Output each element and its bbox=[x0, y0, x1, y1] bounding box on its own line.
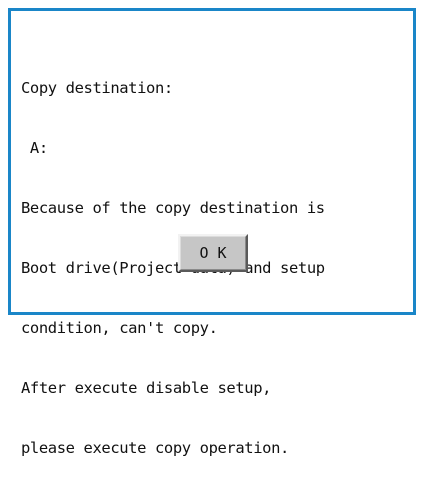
ok-button[interactable]: O K bbox=[178, 234, 248, 272]
message-line: Copy destination: bbox=[21, 79, 173, 97]
message-line: condition, can't copy. bbox=[21, 319, 218, 337]
message-line: After execute disable setup, bbox=[21, 379, 272, 397]
message-line: please execute copy operation. bbox=[21, 439, 289, 457]
copy-error-dialog: Copy destination: A: Because of the copy… bbox=[8, 8, 416, 457]
message-line: A: bbox=[21, 139, 48, 157]
dialog-message: Copy destination: A: Because of the copy… bbox=[21, 38, 325, 498]
message-line: Boot drive(Project data) and setup bbox=[21, 259, 325, 277]
message-line: Because of the copy destination is bbox=[21, 199, 325, 217]
